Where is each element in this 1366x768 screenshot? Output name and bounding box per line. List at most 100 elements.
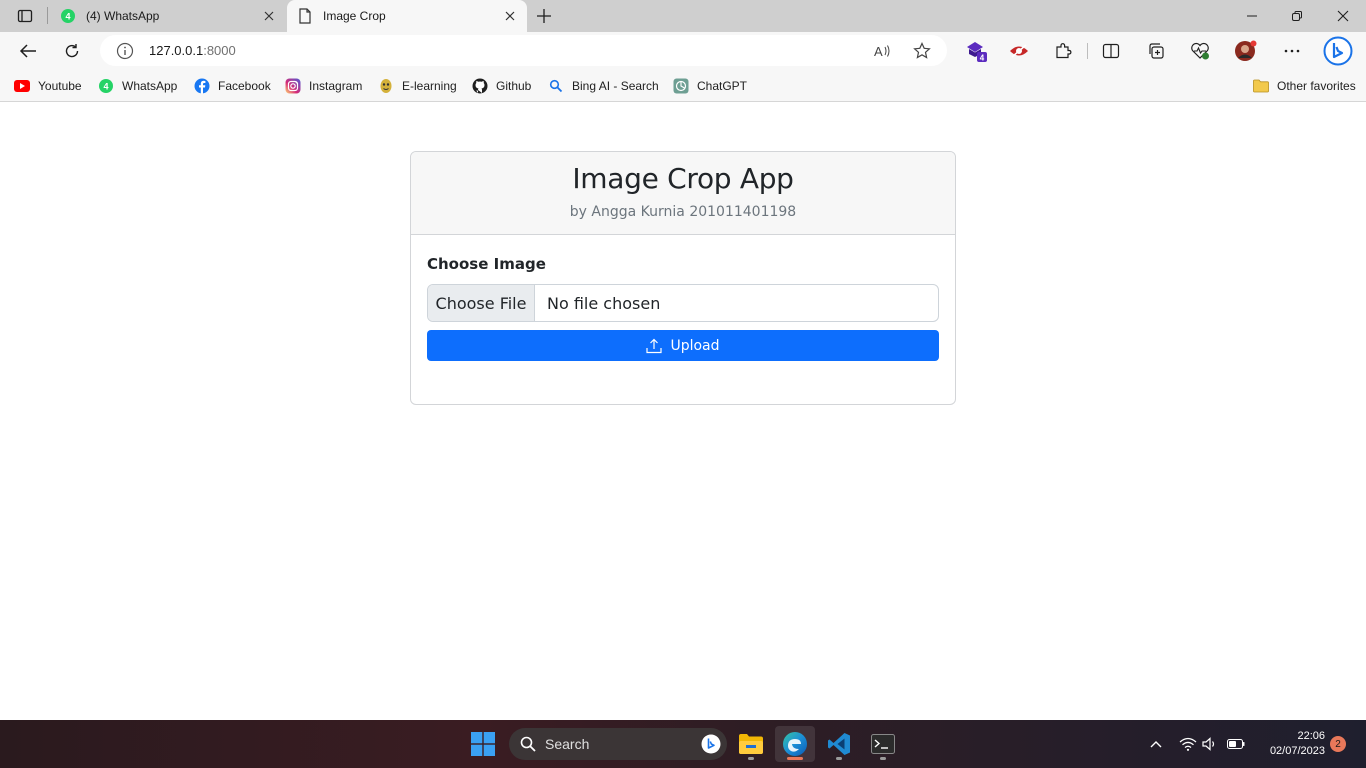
extension-purple-button[interactable]: 4 [964, 40, 988, 62]
card-body: Choose Image Choose File No file chosen … [411, 255, 955, 361]
close-icon [1337, 10, 1349, 22]
tab-title: Image Crop [323, 9, 386, 23]
page-icon [297, 8, 313, 24]
choose-file-button[interactable]: Choose File [428, 285, 535, 321]
bookmark-label: WhatsApp [122, 79, 178, 93]
image-crop-card: Image Crop App by Angga Kurnia 201011401… [410, 151, 956, 405]
read-aloud-icon[interactable]: A [872, 41, 892, 61]
address-url: 127.0.0.1:8000 [149, 43, 236, 58]
eye-off-icon [1010, 44, 1028, 58]
bookmark-bing-ai[interactable]: Bing AI - Search [548, 77, 659, 95]
close-window-button[interactable] [1330, 4, 1356, 28]
volume-icon[interactable] [1200, 734, 1220, 754]
favorite-star-icon[interactable] [912, 41, 932, 61]
file-explorer-app[interactable] [731, 726, 771, 762]
bing-icon [1323, 36, 1353, 66]
upload-button[interactable]: Upload [427, 330, 939, 361]
bookmark-youtube[interactable]: Youtube [14, 77, 82, 95]
chatgpt-icon [673, 78, 689, 94]
youtube-icon [14, 78, 30, 94]
tab-image-crop[interactable]: Image Crop [287, 0, 527, 32]
profile-button[interactable] [1234, 40, 1258, 62]
extension-eye-button[interactable] [1007, 40, 1031, 62]
file-input[interactable]: Choose File No file chosen [427, 284, 939, 322]
bookmark-github[interactable]: Github [472, 77, 531, 95]
tab-actions-icon [17, 9, 33, 23]
elearning-icon [378, 78, 394, 94]
split-screen-button[interactable] [1099, 40, 1123, 62]
bookmark-elearning[interactable]: E-learning [378, 77, 457, 95]
bookmark-whatsapp[interactable]: 4 WhatsApp [98, 77, 177, 95]
bookmark-label: Bing AI - Search [572, 79, 659, 93]
extensions-button[interactable] [1051, 40, 1075, 62]
collections-button[interactable] [1144, 40, 1168, 62]
minimize-button[interactable] [1239, 4, 1265, 28]
running-indicator [880, 757, 886, 760]
url-host: 127.0.0.1 [149, 43, 204, 58]
github-icon [472, 78, 488, 94]
other-favorites-label: Other favorites [1277, 79, 1356, 93]
tab-bar: 4 (4) WhatsApp Image Crop [0, 0, 1366, 32]
bookmark-chatgpt[interactable]: ChatGPT [673, 77, 747, 95]
taskbar: Search 22:06 02/07/2023 2 [0, 720, 1366, 768]
edge-app[interactable] [775, 726, 815, 762]
restore-button[interactable] [1284, 4, 1310, 28]
bookmark-label: Youtube [38, 79, 82, 93]
refresh-button[interactable] [59, 39, 85, 63]
system-clock[interactable]: 22:06 02/07/2023 [1255, 729, 1325, 759]
bookmark-other-favorites[interactable]: Other favorites [1253, 77, 1356, 95]
search-icon [548, 78, 564, 94]
windows-logo-icon [471, 732, 495, 756]
folder-icon [1253, 78, 1269, 94]
terminal-icon [871, 734, 895, 754]
back-button[interactable] [15, 39, 41, 63]
whatsapp-icon: 4 [98, 78, 114, 94]
close-tab-icon[interactable] [501, 7, 519, 25]
upload-icon [646, 338, 663, 354]
wifi-icon[interactable] [1178, 734, 1198, 754]
start-button[interactable] [463, 726, 503, 762]
instagram-icon [285, 78, 301, 94]
whatsapp-tab-badge: 4 [65, 12, 70, 22]
collections-icon [1149, 43, 1164, 59]
more-options-button[interactable] [1280, 40, 1304, 62]
restore-icon [1292, 11, 1302, 21]
show-hidden-icons-button[interactable] [1146, 734, 1166, 754]
bing-copilot-button[interactable] [1322, 35, 1354, 67]
plus-icon [537, 9, 551, 23]
tab-whatsapp[interactable]: 4 (4) WhatsApp [50, 0, 286, 32]
chevron-up-icon [1150, 741, 1162, 748]
tab-title: (4) WhatsApp [86, 9, 160, 23]
page-subtitle: by Angga Kurnia 201011401198 [569, 204, 797, 220]
browser-toolbar: 127.0.0.1:8000 A 4 [0, 32, 1366, 70]
extension-badge: 4 [980, 54, 985, 63]
file-status-text: No file chosen [547, 293, 661, 313]
extension-purple-icon: 4 [967, 42, 987, 63]
minimize-icon [1247, 15, 1257, 17]
address-bar[interactable]: 127.0.0.1:8000 A [100, 35, 947, 66]
clock-time: 22:06 [1297, 730, 1325, 742]
whatsapp-bookmark-badge: 4 [103, 82, 108, 92]
bookmark-label: Facebook [218, 79, 271, 93]
folder-icon [739, 734, 763, 754]
site-info-icon[interactable] [116, 42, 134, 60]
taskbar-search[interactable]: Search [509, 728, 727, 760]
bookmark-instagram[interactable]: Instagram [285, 77, 362, 95]
terminal-app[interactable] [863, 726, 903, 762]
close-tab-icon[interactable] [260, 7, 278, 25]
battery-icon[interactable] [1226, 734, 1246, 754]
svg-text:A: A [874, 44, 883, 59]
page-title: Image Crop App [572, 162, 794, 195]
bookmarks-bar: Youtube 4 WhatsApp Facebook Instagram E-… [0, 70, 1366, 102]
facebook-icon [194, 78, 210, 94]
vscode-icon [828, 733, 850, 755]
bookmark-label: Github [496, 79, 532, 93]
back-arrow-icon [19, 44, 36, 58]
bookmark-facebook[interactable]: Facebook [194, 77, 271, 95]
browser-essentials-button[interactable] [1188, 40, 1212, 62]
running-indicator [748, 757, 754, 760]
notification-badge[interactable]: 2 [1330, 736, 1346, 752]
new-tab-button[interactable] [534, 6, 554, 26]
vscode-app[interactable] [819, 726, 859, 762]
tab-actions-button[interactable] [10, 6, 40, 26]
